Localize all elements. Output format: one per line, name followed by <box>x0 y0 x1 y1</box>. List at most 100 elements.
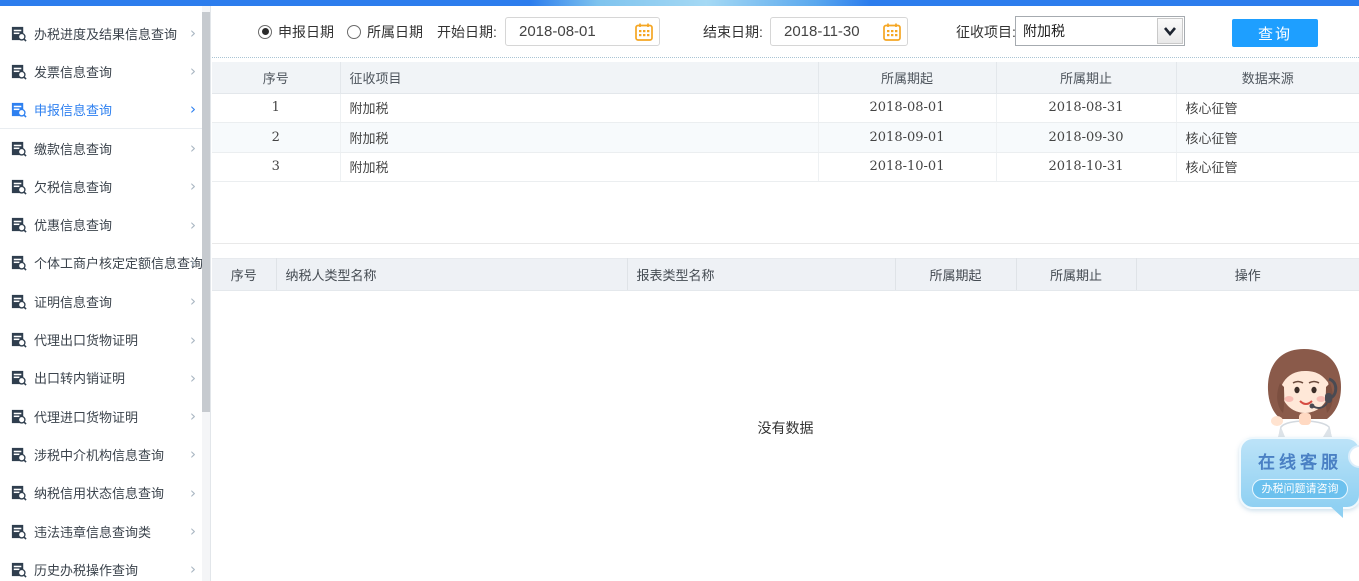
col-header-actions: 操作 <box>1136 259 1359 291</box>
doc-search-icon <box>10 293 27 310</box>
chevron-right-icon: › <box>190 100 196 118</box>
doc-search-icon <box>10 25 27 42</box>
chevron-right-icon: › <box>190 331 196 349</box>
date-type-radio-group: 申报日期 所属日期 <box>258 6 423 57</box>
filter-bar: 申报日期 所属日期 开始日期: 结束日期: <box>212 6 1359 57</box>
cell-period-start: 2018-10-01 <box>818 152 996 182</box>
doc-search-icon <box>10 408 27 425</box>
chevron-right-icon: › <box>190 139 196 157</box>
doc-search-icon <box>10 446 27 463</box>
table-header-row: 序号 征收项目 所属期起 所属期止 数据来源 <box>212 62 1359 93</box>
col-header-taxpayer-type: 纳税人类型名称 <box>276 259 627 291</box>
col-header-levy-item: 征收项目 <box>340 62 818 93</box>
levy-item-select[interactable]: 附加税 <box>1015 16 1185 46</box>
chevron-right-icon: › <box>190 292 196 310</box>
chevron-right-icon: › <box>190 254 196 272</box>
sidebar-item-individual-quota-query[interactable]: 个体工商户核定定额信息查询 › <box>0 244 210 282</box>
col-header-seq: 序号 <box>212 259 276 291</box>
chevron-down-icon <box>1157 18 1183 44</box>
doc-search-icon <box>10 140 27 157</box>
col-header-data-source: 数据来源 <box>1176 62 1359 93</box>
sidebar-item-label: 代理出口货物证明 <box>34 330 138 349</box>
service-title: 在线客服 <box>1241 448 1359 473</box>
cell-data-source: 核心征管 <box>1176 93 1359 123</box>
start-date-label: 开始日期: <box>437 22 497 42</box>
sidebar-item-tax-intermediary-query[interactable]: 涉税中介机构信息查询 › <box>0 435 210 473</box>
chevron-right-icon: › <box>190 62 196 80</box>
sidebar-item-violation-query[interactable]: 违法违章信息查询类 › <box>0 512 210 550</box>
report-type-table: 序号 纳税人类型名称 报表类型名称 所属期起 所属期止 操作 <box>212 258 1359 291</box>
sidebar-item-preference-query[interactable]: 优惠信息查询 › <box>0 205 210 243</box>
chevron-right-icon: › <box>190 560 196 578</box>
sidebar-item-label: 历史办税操作查询 <box>34 560 138 579</box>
sidebar-item-tax-progress-query[interactable]: 办税进度及结果信息查询 › <box>0 14 210 52</box>
filter-separator <box>212 57 1359 58</box>
sidebar-item-history-operations-query[interactable]: 历史办税操作查询 › <box>0 550 210 581</box>
declaration-result-table: 序号 征收项目 所属期起 所属期止 数据来源 1 附加税 2018-08-01 … <box>212 62 1359 182</box>
sidebar-item-label: 欠税信息查询 <box>34 177 112 196</box>
table-header-row: 序号 纳税人类型名称 报表类型名称 所属期起 所属期止 操作 <box>212 259 1359 291</box>
chevron-right-icon: › <box>190 445 196 463</box>
cell-data-source: 核心征管 <box>1176 152 1359 182</box>
doc-search-icon <box>10 178 27 195</box>
sidebar-item-agent-export-certificate[interactable]: 代理出口货物证明 › <box>0 320 210 358</box>
calendar-icon[interactable] <box>882 22 902 42</box>
radio-label: 所属日期 <box>367 22 423 42</box>
cell-seq: 3 <box>212 152 340 182</box>
sidebar-item-export-to-domestic[interactable]: 出口转内销证明 › <box>0 359 210 397</box>
table-row[interactable]: 1 附加税 2018-08-01 2018-08-31 核心征管 <box>212 93 1359 123</box>
sidebar-item-label: 纳税信用状态信息查询 <box>34 483 164 502</box>
doc-search-icon <box>10 63 27 80</box>
cell-period-end: 2018-10-31 <box>996 152 1176 182</box>
sidebar-item-label: 涉税中介机构信息查询 <box>34 445 164 464</box>
radio-belong-date[interactable]: 所属日期 <box>347 22 423 42</box>
service-bubble[interactable]: 在线客服 办税问题请咨询 <box>1239 437 1359 509</box>
sidebar-item-label: 证明信息查询 <box>34 292 112 311</box>
sidebar-item-label: 办税进度及结果信息查询 <box>34 24 177 43</box>
chevron-right-icon: › <box>190 24 196 42</box>
doc-search-icon <box>10 331 27 348</box>
table-row[interactable]: 2 附加税 2018-09-01 2018-09-30 核心征管 <box>212 123 1359 153</box>
calendar-icon[interactable] <box>634 22 654 42</box>
cell-levy-item: 附加税 <box>340 123 818 153</box>
sidebar-item-tax-credit-status-query[interactable]: 纳税信用状态信息查询 › <box>0 474 210 512</box>
col-header-period-start: 所属期起 <box>895 259 1016 291</box>
empty-state-text: 没有数据 <box>212 418 1359 438</box>
table-row[interactable]: 3 附加税 2018-10-01 2018-10-31 核心征管 <box>212 152 1359 182</box>
app-window: 办税进度及结果信息查询 › 发票信息查询 › 申报信息查询 › 缴款信息查询 ›… <box>0 0 1359 581</box>
sidebar-scrollbar-track[interactable] <box>202 6 210 581</box>
doc-search-icon <box>10 561 27 578</box>
radio-label: 申报日期 <box>278 22 334 42</box>
sidebar-item-tax-arrears-query[interactable]: 欠税信息查询 › <box>0 167 210 205</box>
cell-data-source: 核心征管 <box>1176 123 1359 153</box>
query-button[interactable]: 查询 <box>1232 19 1318 47</box>
sidebar-item-agent-import-certificate[interactable]: 代理进口货物证明 › <box>0 397 210 435</box>
cell-levy-item: 附加税 <box>340 152 818 182</box>
chevron-right-icon: › <box>190 177 196 195</box>
chevron-right-icon: › <box>190 522 196 540</box>
chevron-right-icon: › <box>190 216 196 234</box>
sidebar-item-certificate-query[interactable]: 证明信息查询 › <box>0 282 210 320</box>
sidebar-scrollbar-thumb[interactable] <box>202 12 210 412</box>
sidebar-item-label: 缴款信息查询 <box>34 139 112 158</box>
sidebar-item-invoice-query[interactable]: 发票信息查询 › <box>0 52 210 90</box>
doc-search-icon <box>10 369 27 386</box>
end-date-field <box>770 17 908 46</box>
bubble-tail <box>1330 506 1343 518</box>
radio-declare-date[interactable]: 申报日期 <box>258 22 334 42</box>
cell-seq: 2 <box>212 123 340 153</box>
start-date-field <box>505 17 660 46</box>
end-date-label: 结束日期: <box>703 22 763 42</box>
sidebar-item-label: 优惠信息查询 <box>34 215 112 234</box>
sidebar-item-declaration-query[interactable]: 申报信息查询 › <box>0 91 210 129</box>
chevron-right-icon: › <box>190 369 196 387</box>
sidebar-item-label: 个体工商户核定定额信息查询 <box>34 253 203 272</box>
col-header-period-start: 所属期起 <box>818 62 996 93</box>
chevron-right-icon: › <box>190 407 196 425</box>
sidebar-item-payment-query[interactable]: 缴款信息查询 › <box>0 129 210 167</box>
sidebar-item-label: 发票信息查询 <box>34 62 112 81</box>
sidebar-item-label: 代理进口货物证明 <box>34 407 138 426</box>
service-subtitle-badge: 办税问题请咨询 <box>1252 479 1348 499</box>
col-header-period-end: 所属期止 <box>1016 259 1136 291</box>
online-service-widget[interactable]: 在线客服 办税问题请咨询 <box>1231 343 1359 521</box>
